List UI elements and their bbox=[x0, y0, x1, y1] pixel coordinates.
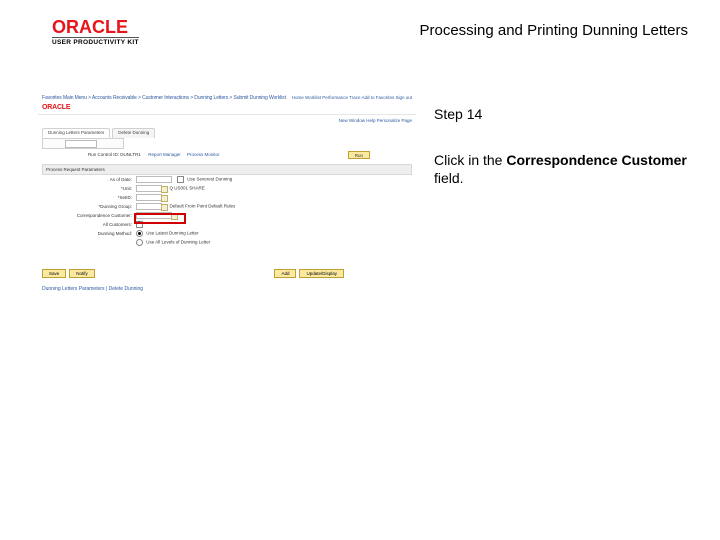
row-asof: As of Date: Use Severest Dunning bbox=[42, 176, 412, 184]
app-logo-row: ORACLE bbox=[38, 104, 416, 115]
allcust-label: All Customers: bbox=[42, 222, 132, 227]
brand-logo: ORACLE USER PRODUCTIVITY KIT bbox=[52, 18, 139, 46]
dmethod-radio-latest[interactable] bbox=[136, 230, 143, 237]
row-dmethod2: Use All Levels of Dunning Letter bbox=[42, 239, 412, 247]
row-correspondence: Correspondence Customer: bbox=[42, 212, 412, 220]
correspondence-value bbox=[136, 212, 172, 219]
row-allcust: All Customers: bbox=[42, 221, 412, 229]
setid-label: *SetID: bbox=[42, 195, 132, 200]
save-button[interactable]: Save bbox=[42, 269, 66, 278]
group-input[interactable] bbox=[136, 203, 162, 210]
document-title: Processing and Printing Dunning Letters bbox=[420, 22, 689, 39]
page-header: ORACLE USER PRODUCTIVITY KIT Processing … bbox=[0, 20, 720, 60]
add-button[interactable]: Add bbox=[274, 269, 296, 278]
group-label: *Dunning Group: bbox=[42, 204, 132, 209]
instruction-bold: Correspondence Customer bbox=[506, 152, 686, 168]
top-right-links[interactable]: Home Worklist Performance Trace Add to F… bbox=[292, 95, 412, 100]
use-severest-checkbox[interactable] bbox=[177, 176, 184, 183]
correspondence-label: Correspondence Customer: bbox=[42, 213, 132, 218]
breadcrumb[interactable]: Favorites Main Menu > Accounts Receivabl… bbox=[42, 95, 286, 101]
app-screenshot: Favorites Main Menu > Accounts Receivabl… bbox=[38, 94, 416, 306]
unit-desc: Q US001 SHARE bbox=[170, 186, 205, 191]
app-topbar: Favorites Main Menu > Accounts Receivabl… bbox=[38, 94, 416, 104]
tab-dunning-parameters[interactable]: Dunning Letters Parameters bbox=[42, 128, 110, 138]
instruction-tail: field. bbox=[434, 170, 464, 186]
footer-tablinks[interactable]: Dunning Letters Parameters | Delete Dunn… bbox=[42, 286, 143, 292]
row-group: *Dunning Group: Default From Point Defau… bbox=[42, 203, 412, 211]
setid-input[interactable] bbox=[136, 194, 162, 201]
dmethod-latest-label: Use Latest Dunning Letter bbox=[146, 231, 198, 236]
tab-delete-dunning[interactable]: Delete Dunning bbox=[112, 128, 155, 138]
dmethod-radio-all[interactable] bbox=[136, 239, 143, 246]
section-bar: Process Request Parameters bbox=[42, 164, 412, 175]
report-manager-link[interactable]: Report Manager bbox=[148, 152, 181, 157]
dmethod-opt1: Use Latest Dunning Letter bbox=[136, 230, 199, 237]
allcust-checkbox[interactable] bbox=[136, 221, 143, 228]
correspondence-input[interactable] bbox=[136, 212, 172, 219]
setid-value bbox=[136, 194, 162, 201]
asof-input[interactable] bbox=[136, 176, 172, 183]
unit-value: Q US001 SHARE bbox=[136, 185, 205, 192]
dmethod-all-label: Use All Levels of Dunning Letter bbox=[146, 240, 210, 245]
run-control-box bbox=[42, 138, 124, 149]
app-oracle-logo: ORACLE bbox=[42, 104, 70, 111]
run-control-line: Run Control ID: DUNLTR1 Report Manager P… bbox=[88, 152, 370, 162]
row-unit: *Unit: Q US001 SHARE bbox=[42, 185, 412, 193]
group-desc: Default From Point Default Rules bbox=[170, 204, 236, 209]
run-button[interactable]: Run bbox=[348, 151, 370, 159]
form-area: As of Date: Use Severest Dunning *Unit: … bbox=[42, 176, 412, 248]
instruction-lead: Click in the bbox=[434, 152, 506, 168]
run-control-input[interactable] bbox=[65, 140, 97, 148]
dmethod-opt2: Use All Levels of Dunning Letter bbox=[136, 239, 210, 246]
process-monitor-link[interactable]: Process Monitor bbox=[187, 152, 220, 157]
notify-button[interactable]: Notify bbox=[69, 269, 95, 278]
dmethod-label: Dunning Method: bbox=[42, 231, 132, 236]
group-value: Default From Point Default Rules bbox=[136, 203, 235, 210]
tab-row: Dunning Letters Parameters Delete Dunnin… bbox=[42, 128, 155, 138]
instruction-text: Click in the Correspondence Customer fie… bbox=[434, 152, 690, 187]
step-label: Step 14 bbox=[434, 106, 690, 122]
action-bar-right: Add Update/Display bbox=[274, 269, 344, 278]
row-dmethod1: Dunning Method: Use Latest Dunning Lette… bbox=[42, 230, 412, 238]
run-control-label: Run Control ID: bbox=[88, 152, 119, 157]
allcust-value bbox=[136, 221, 145, 228]
upk-subtitle: USER PRODUCTIVITY KIT bbox=[52, 37, 139, 46]
page-utility-links[interactable]: New Window Help Personalize Page bbox=[339, 118, 412, 123]
use-severest-label: Use Severest Dunning bbox=[187, 177, 232, 182]
asof-value: Use Severest Dunning bbox=[136, 176, 232, 183]
update-display-button[interactable]: Update/Display bbox=[299, 269, 344, 278]
oracle-wordmark: ORACLE bbox=[52, 18, 139, 36]
action-bar-left: Save Notify bbox=[42, 269, 95, 278]
run-control-value: DUNLTR1 bbox=[120, 152, 140, 157]
asof-label: As of Date: bbox=[42, 177, 132, 182]
unit-label: *Unit: bbox=[42, 186, 132, 191]
unit-input[interactable] bbox=[136, 185, 162, 192]
row-setid: *SetID: bbox=[42, 194, 412, 202]
instruction-column: Step 14 Click in the Correspondence Cust… bbox=[434, 106, 690, 187]
